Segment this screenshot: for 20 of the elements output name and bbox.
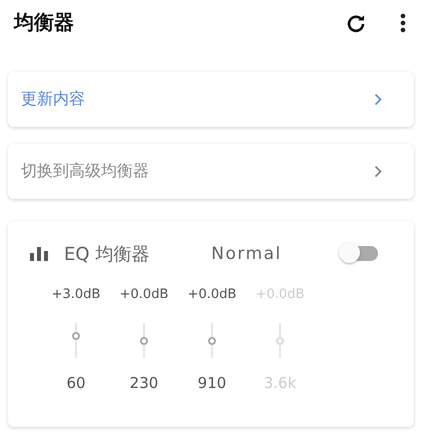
preset-name[interactable]: Normal (211, 244, 282, 264)
frequency-label: 230 (128, 373, 160, 392)
app-title: 均衡器 (14, 9, 74, 36)
gain-label: +0.0dB (118, 287, 170, 304)
toggle-switch[interactable] (338, 242, 379, 266)
frequency-label: 60 (65, 373, 87, 392)
chevron-icon (374, 165, 382, 178)
bar-chart-icon (30, 247, 50, 261)
more-icon[interactable] (400, 12, 406, 32)
slider-thumb[interactable] (140, 336, 148, 344)
menu-item[interactable]: 更新内容 (8, 72, 414, 127)
frequency-label: 910 (196, 373, 228, 392)
refresh-icon[interactable] (346, 12, 366, 32)
gain-label: +3.0dB (50, 287, 102, 304)
menu-item[interactable]: 切换到高级均衡器 (8, 144, 414, 199)
equalizer-title: EQ 均衡器 (64, 243, 150, 266)
gain-label: +0.0dB (186, 287, 238, 304)
slider-thumb[interactable] (208, 336, 216, 344)
chevron-icon (374, 93, 382, 106)
slider-thumb[interactable] (72, 332, 80, 340)
